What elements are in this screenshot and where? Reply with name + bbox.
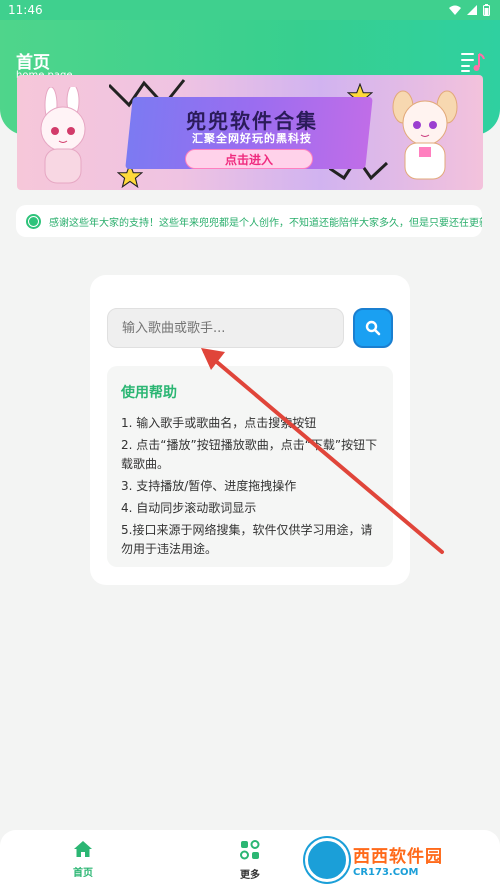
notice-marquee: 感谢这些年大家的支持！这些年来兜兜都是个人创作，不知道还能陪伴大家多久，但是只要… bbox=[16, 205, 482, 237]
watermark-logo-icon bbox=[305, 838, 349, 882]
watermark-url: CR173.COM bbox=[353, 867, 419, 878]
watermark-brand: 西西软件园 bbox=[353, 847, 443, 867]
home-icon bbox=[74, 841, 92, 857]
site-watermark: 西西软件园 CR173.COM bbox=[305, 836, 485, 884]
notice-indicator-icon bbox=[26, 213, 41, 229]
banner-enter-button[interactable]: 点击进入 bbox=[185, 149, 313, 169]
help-title: 使用帮助 bbox=[121, 385, 177, 401]
nav-item-more[interactable]: 更多 bbox=[220, 840, 280, 881]
search-card: 使用帮助 1. 输入歌手或歌曲名，点击搜索按钮 2. 点击“播放”按钮播放歌曲，… bbox=[90, 275, 410, 585]
status-time: 11:46 bbox=[8, 3, 43, 17]
help-item: 2. 点击“播放”按钮播放歌曲，点击“下载”按钮下载歌曲。 bbox=[121, 438, 378, 471]
search-button[interactable] bbox=[353, 308, 393, 348]
music-list-icon[interactable] bbox=[460, 50, 486, 74]
nav-label-more: 更多 bbox=[240, 870, 260, 881]
wifi-icon bbox=[449, 5, 461, 15]
help-item: 4. 自动同步滚动歌词显示 bbox=[121, 501, 257, 515]
help-item: 1. 输入歌手或歌曲名，点击搜索按钮 bbox=[121, 416, 317, 430]
nav-item-home[interactable]: 首页 bbox=[53, 840, 113, 879]
anime-girl-right-image bbox=[392, 90, 458, 180]
promo-banner[interactable]: 兜兜软件合集 汇聚全网好玩的黑科技 点击进入 bbox=[17, 75, 483, 190]
search-input[interactable] bbox=[107, 308, 344, 348]
notice-text: 感谢这些年大家的支持！这些年来兜兜都是个人创作，不知道还能陪伴大家多久，但是只要… bbox=[49, 217, 482, 229]
help-item: 5.接口来源于网络搜集，软件仅供学习用途，请勿用于违法用途。 bbox=[121, 523, 373, 556]
status-icons bbox=[449, 4, 490, 16]
help-section: 使用帮助 1. 输入歌手或歌曲名，点击搜索按钮 2. 点击“播放”按钮播放歌曲，… bbox=[107, 366, 393, 567]
anime-girl-left-image bbox=[40, 87, 86, 184]
status-bar: 11:46 bbox=[0, 0, 500, 20]
apps-icon bbox=[240, 840, 260, 860]
search-icon bbox=[365, 320, 381, 336]
battery-icon bbox=[483, 4, 490, 16]
nav-label-home: 首页 bbox=[73, 868, 93, 879]
signal-icon bbox=[467, 5, 477, 15]
help-item: 3. 支持播放/暂停、进度拖拽操作 bbox=[121, 479, 297, 493]
banner-subtitle: 汇聚全网好玩的黑科技 bbox=[192, 132, 312, 145]
